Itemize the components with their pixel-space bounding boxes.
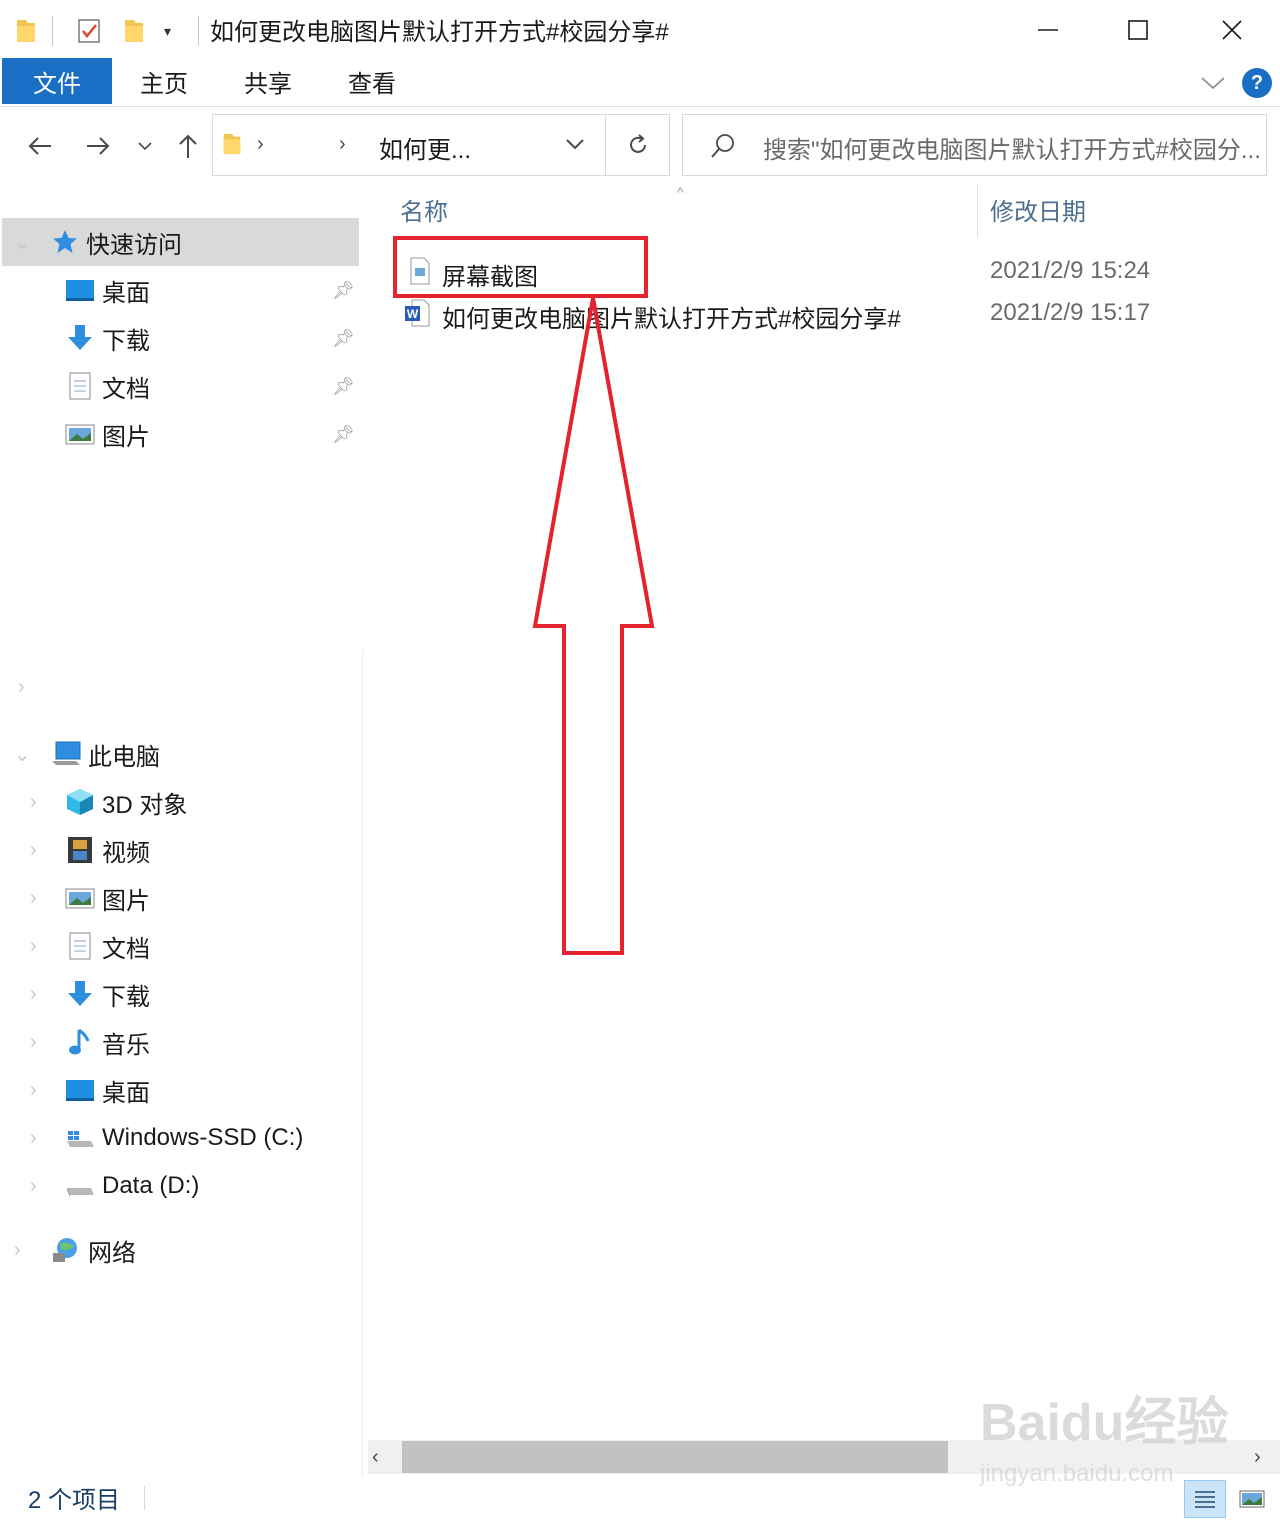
annotation-arrow <box>532 297 655 955</box>
scroll-right-icon[interactable]: › <box>1254 1446 1261 1469</box>
status-divider <box>144 1486 145 1510</box>
watermark-url: jingyan.baidu.com <box>980 1460 1174 1487</box>
scrollbar-thumb[interactable] <box>402 1441 948 1473</box>
watermark-logo: Baidu经验 <box>980 1394 1229 1452</box>
annotation-highlight-box <box>393 236 648 298</box>
large-icons-view-button[interactable] <box>1232 1480 1272 1518</box>
large-icons-view-icon <box>1239 1490 1265 1508</box>
annotation-overlay <box>393 236 655 955</box>
details-view-button[interactable] <box>1184 1480 1226 1518</box>
status-item-count: 2 个项目 <box>28 1487 121 1514</box>
scroll-left-icon[interactable]: ‹ <box>372 1446 379 1469</box>
details-view-icon <box>1195 1491 1215 1508</box>
